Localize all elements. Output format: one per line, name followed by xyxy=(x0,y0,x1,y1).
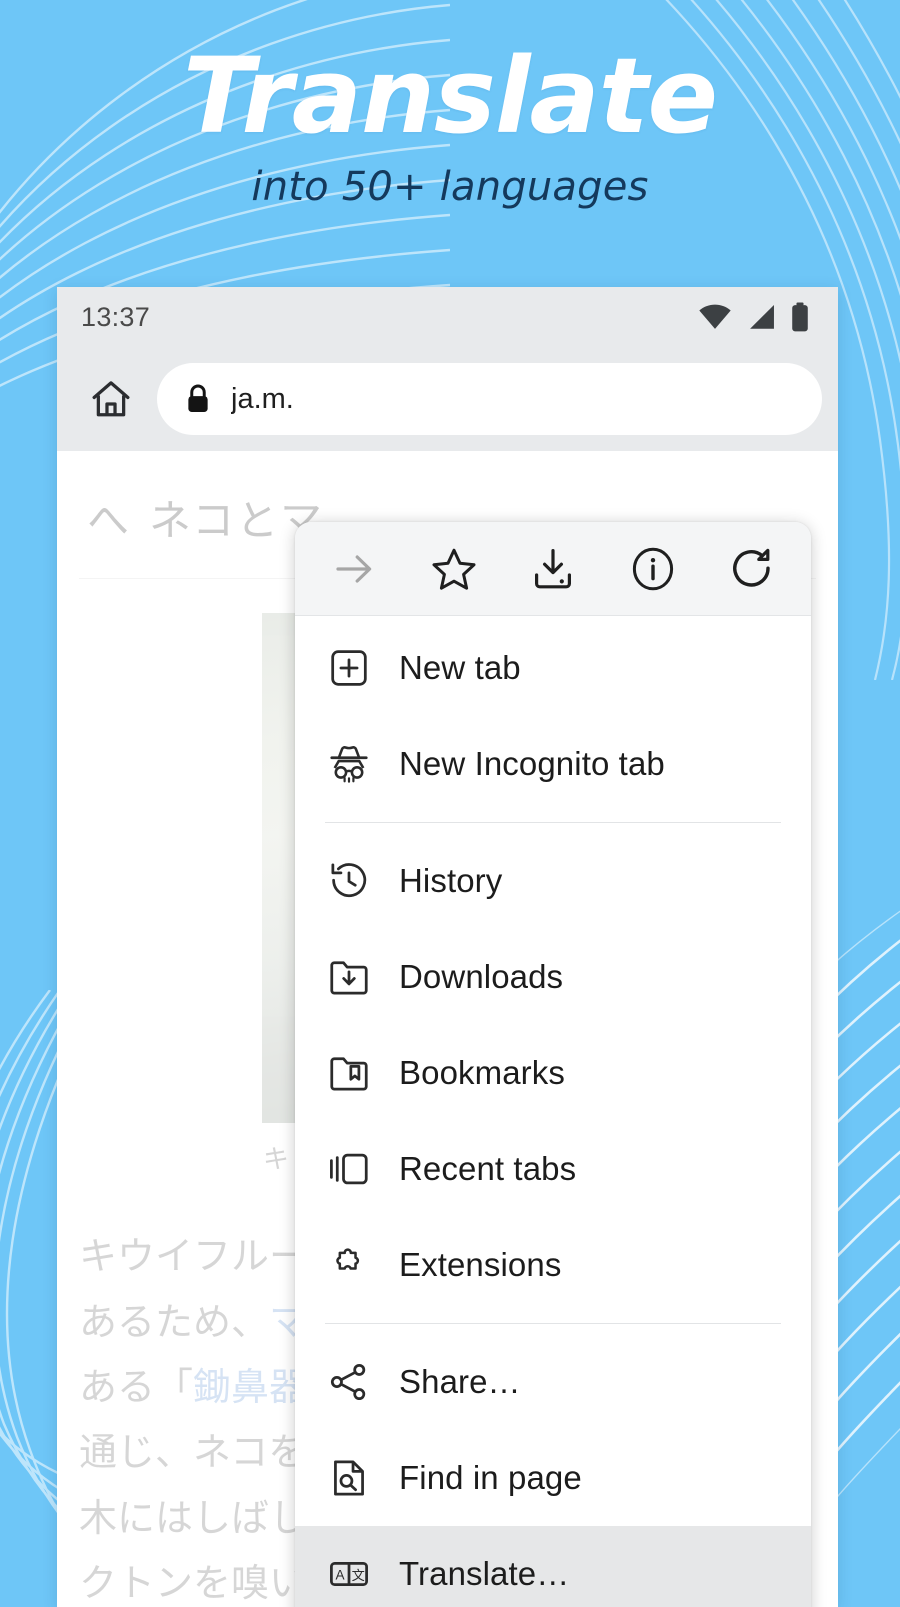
star-icon xyxy=(432,548,475,590)
find-in-page-icon xyxy=(325,1454,373,1502)
forward-button[interactable] xyxy=(325,540,383,598)
page-info-icon xyxy=(632,547,673,590)
menu-item-label: Downloads xyxy=(399,958,564,995)
url-text: ja.m. xyxy=(231,382,294,415)
menu-item-new-tab[interactable]: New tab xyxy=(295,620,811,716)
browser-toolbar: ja.m. xyxy=(57,347,838,451)
page-info-button[interactable] xyxy=(624,540,682,598)
overflow-menu: New tab New Incognito tab History Downlo… xyxy=(295,522,811,1607)
menu-item-label: Recent tabs xyxy=(399,1150,577,1187)
menu-item-bookmarks[interactable]: Bookmarks xyxy=(295,1025,811,1121)
menu-item-label: Translate… xyxy=(399,1555,570,1592)
status-bar: 13:37 xyxy=(57,287,838,347)
menu-quick-actions xyxy=(295,522,811,616)
menu-item-downloads[interactable]: Downloads xyxy=(295,929,811,1025)
menu-separator xyxy=(325,1323,781,1324)
home-icon xyxy=(92,381,130,417)
bookmarks-folder-icon xyxy=(325,1049,373,1097)
menu-item-label: Share… xyxy=(399,1363,521,1400)
menu-item-share[interactable]: Share… xyxy=(295,1334,811,1430)
svg-text:A: A xyxy=(335,1568,345,1583)
history-icon xyxy=(325,857,373,905)
battery-icon xyxy=(792,302,808,332)
reload-button[interactable] xyxy=(723,540,781,598)
extensions-puzzle-icon xyxy=(325,1241,373,1289)
menu-separator xyxy=(325,822,781,823)
recent-tabs-icon xyxy=(325,1145,373,1193)
menu-item-label: Bookmarks xyxy=(399,1054,565,1091)
wifi-icon xyxy=(699,304,731,329)
page-link[interactable]: 鋤鼻器 xyxy=(193,1367,307,1409)
new-tab-icon xyxy=(325,644,373,692)
phone-screenshot: 13:37 ja.m. へ ネコとマ キ る キウイフルーツ あるため、 ある「… xyxy=(57,287,838,1607)
url-bar[interactable]: ja.m. xyxy=(157,363,822,435)
download-icon xyxy=(535,548,571,588)
menu-item-label: New Incognito tab xyxy=(399,745,665,782)
menu-item-recent-tabs[interactable]: Recent tabs xyxy=(295,1121,811,1217)
status-bar-icons xyxy=(698,302,810,332)
web-page-content: へ ネコとマ キ る キウイフルーツ あるため、マタ ある「鋤鼻器」 通じ、ネコ… xyxy=(57,451,838,1607)
menu-item-history[interactable]: History xyxy=(295,833,811,929)
downloads-folder-icon xyxy=(325,953,373,1001)
menu-item-label: Find in page xyxy=(399,1459,582,1496)
svg-text:文: 文 xyxy=(352,1568,365,1584)
menu-item-label: History xyxy=(399,862,503,899)
status-bar-clock: 13:37 xyxy=(81,301,151,332)
bookmark-button[interactable] xyxy=(425,540,483,598)
incognito-icon xyxy=(325,740,373,788)
reload-icon xyxy=(733,548,770,587)
menu-item-extensions[interactable]: Extensions xyxy=(295,1217,811,1313)
translate-icon: A 文 xyxy=(325,1550,373,1598)
download-page-button[interactable] xyxy=(524,540,582,598)
page-heading-marker: へ xyxy=(87,497,132,544)
lock-icon xyxy=(188,384,208,413)
menu-item-list: New tab New Incognito tab History Downlo… xyxy=(295,616,811,1607)
forward-arrow-icon xyxy=(336,554,372,583)
home-button[interactable] xyxy=(79,367,143,431)
menu-item-label: New tab xyxy=(399,649,521,686)
menu-item-new-incognito-tab[interactable]: New Incognito tab xyxy=(295,716,811,812)
cell-signal-icon xyxy=(750,305,774,329)
menu-item-translate[interactable]: A 文 Translate… xyxy=(295,1526,811,1607)
menu-item-label: Extensions xyxy=(399,1246,562,1283)
menu-item-find-in-page[interactable]: Find in page xyxy=(295,1430,811,1526)
share-icon xyxy=(325,1358,373,1406)
